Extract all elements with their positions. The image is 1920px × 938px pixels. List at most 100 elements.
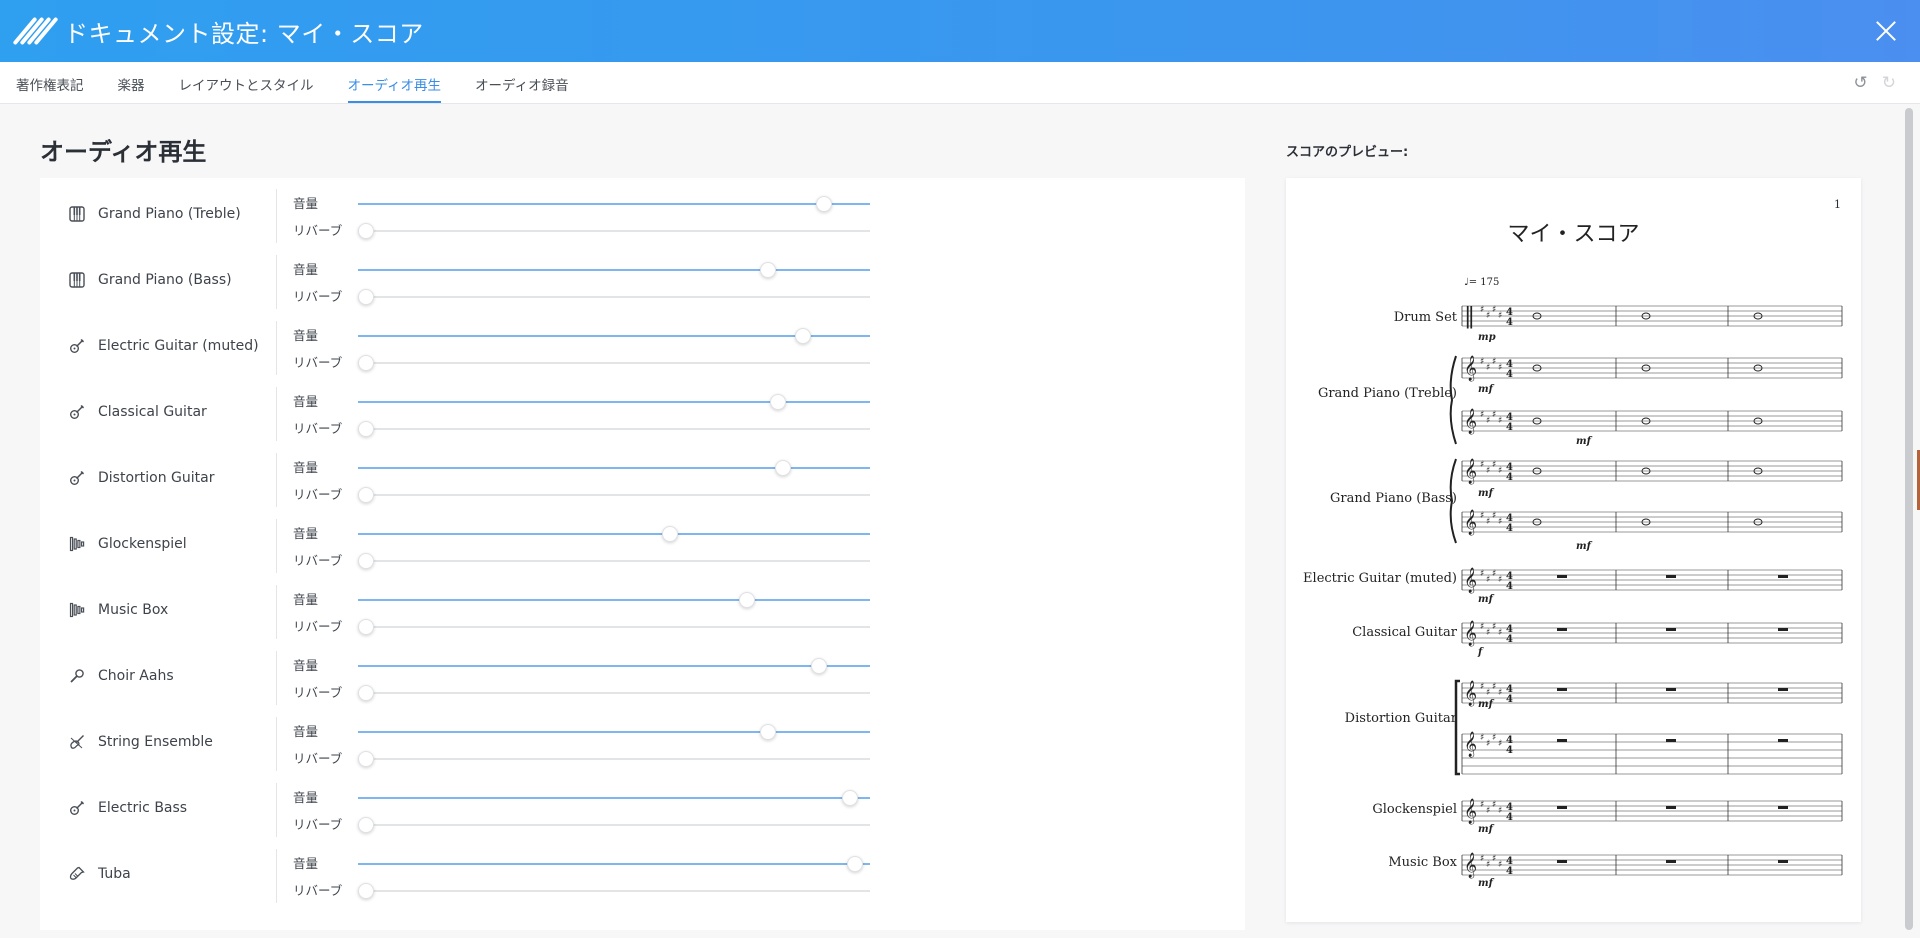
volume-label: 音量 [293,262,319,277]
tab-audio-recording[interactable]: オーディオ録音 [475,62,569,103]
svg-text:♯: ♯ [1498,806,1502,816]
svg-text:4: 4 [1506,369,1513,380]
volume-slider[interactable] [358,394,870,410]
svg-text:♯: ♯ [1492,460,1496,470]
volume-slider[interactable] [358,196,870,212]
volume-slider-thumb[interactable] [769,394,786,410]
instrument-row-string-ensemble: String Ensemble 音量 リバーブ [40,709,1245,775]
row-divider [276,783,277,837]
volume-slider[interactable] [358,790,870,806]
reverb-slider-thumb[interactable] [358,421,374,437]
reverb-label: リバーブ [293,487,343,502]
svg-text:♯: ♯ [1486,363,1490,373]
reverb-slider[interactable] [358,883,870,899]
reverb-slider-thumb[interactable] [358,355,374,371]
undo-icon[interactable]: ↺ [1854,74,1868,92]
volume-slider-thumb[interactable] [739,592,756,608]
tab-layout-style[interactable]: レイアウトとスタイル [179,62,314,103]
reverb-label: リバーブ [293,751,343,766]
volume-slider[interactable] [358,856,870,872]
staff-name: Glockenspiel [1372,802,1457,817]
dynamic-marking: mf [1478,699,1493,710]
instrument-name: Grand Piano (Bass) [98,272,232,288]
svg-text:♯: ♯ [1498,688,1502,698]
tab-audio-playback[interactable]: オーディオ再生 [347,62,441,103]
volume-slider[interactable] [358,526,870,542]
instrument-name: Distortion Guitar [98,470,215,486]
staff-name: Drum Set [1393,310,1457,325]
guitar-icon [68,403,86,421]
tuba-icon [68,865,86,883]
reverb-slider-thumb[interactable] [358,289,374,305]
volume-slider-thumb[interactable] [759,262,776,278]
reverb-slider[interactable] [358,619,870,635]
volume-slider-thumb[interactable] [815,196,832,212]
volume-slider-thumb[interactable] [759,724,776,740]
volume-slider[interactable] [358,262,870,278]
glockenspiel-icon [68,601,86,619]
reverb-slider-thumb[interactable] [358,619,374,635]
reverb-slider[interactable] [358,751,870,767]
guitar-icon [68,799,86,817]
reverb-slider[interactable] [358,817,870,833]
reverb-slider-thumb[interactable] [358,487,374,503]
volume-slider-thumb[interactable] [846,856,863,872]
reverb-slider-thumb[interactable] [358,817,374,833]
volume-slider-thumb[interactable] [774,460,791,476]
volume-slider-thumb[interactable] [662,526,679,542]
instrument-row-music-box: Music Box 音量 リバーブ [40,577,1245,643]
instrument-row-grand-piano-treble: Grand Piano (Treble) 音量 リバーブ [40,181,1245,247]
volume-slider[interactable] [358,724,870,740]
redo-icon[interactable]: ↻ [1882,74,1896,92]
svg-text:♯: ♯ [1480,682,1484,692]
dialog-title: ドキュメント設定: マイ・スコア [64,19,424,48]
close-icon[interactable] [1870,15,1902,47]
svg-text:♯: ♯ [1492,622,1496,632]
svg-text:𝄞: 𝄞 [1464,355,1477,381]
volume-label: 音量 [293,460,319,475]
scrollbar[interactable] [1905,108,1913,930]
reverb-slider-thumb[interactable] [358,223,374,239]
volume-slider-thumb[interactable] [795,328,812,344]
reverb-slider[interactable] [358,487,870,503]
instrument-name: Choir Aahs [98,668,174,684]
reverb-slider-thumb[interactable] [358,751,374,767]
piano-icon [68,205,86,223]
volume-slider[interactable] [358,658,870,674]
svg-text:♯: ♯ [1480,460,1484,470]
volume-slider[interactable] [358,592,870,608]
tab-copyright[interactable]: 著作権表記 [16,62,84,103]
app-logo-icon [12,16,59,46]
reverb-slider[interactable] [358,289,870,305]
reverb-slider[interactable] [358,355,870,371]
dynamic-marking: mf [1478,824,1493,835]
volume-label: 音量 [293,658,319,673]
instrument-row-tuba: Tuba 音量 リバーブ [40,841,1245,907]
guitar-icon [68,337,86,355]
tab-instruments[interactable]: 楽器 [118,62,145,103]
reverb-slider-thumb[interactable] [358,883,374,899]
reverb-slider[interactable] [358,685,870,701]
reverb-slider-thumb[interactable] [358,685,374,701]
glockenspiel-icon [68,535,86,553]
microphone-icon [68,667,86,685]
svg-text:4: 4 [1506,317,1513,328]
reverb-slider[interactable] [358,223,870,239]
volume-label: 音量 [293,790,319,805]
reverb-label: リバーブ [293,355,343,370]
volume-slider[interactable] [358,460,870,476]
svg-text:♯: ♯ [1498,363,1502,373]
svg-text:♯: ♯ [1492,305,1496,315]
svg-text:4: 4 [1506,523,1513,534]
reverb-slider[interactable] [358,421,870,437]
row-divider [276,585,277,639]
volume-slider-thumb[interactable] [810,658,827,674]
reverb-slider-thumb[interactable] [358,553,374,569]
svg-text:♯: ♯ [1486,311,1490,321]
guitar-icon [68,469,86,487]
volume-slider[interactable] [358,328,870,344]
volume-slider-thumb[interactable] [841,790,858,806]
svg-text:4: 4 [1506,472,1513,483]
svg-text:4: 4 [1506,581,1513,592]
reverb-slider[interactable] [358,553,870,569]
